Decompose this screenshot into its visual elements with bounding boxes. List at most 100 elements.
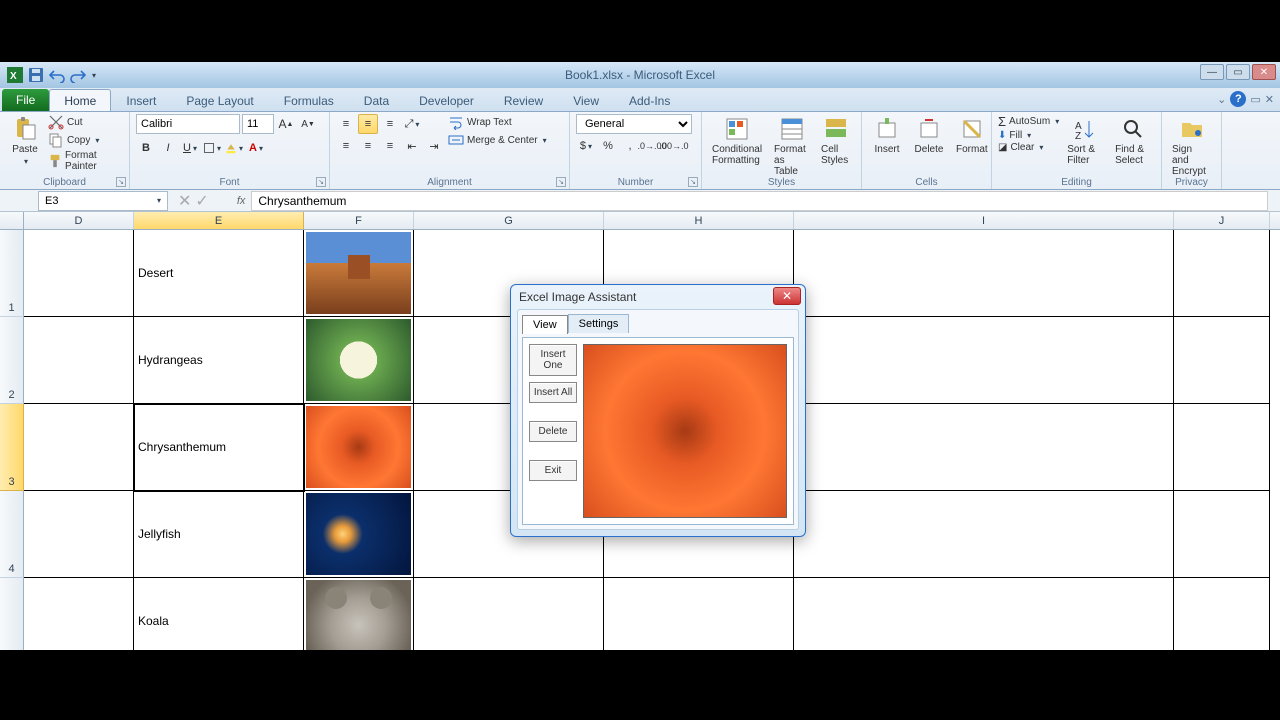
percent-format-icon[interactable]: % [598, 136, 618, 156]
enter-formula-icon[interactable]: ✓ [195, 191, 208, 211]
cell-J2[interactable] [1174, 317, 1270, 404]
tab-view[interactable]: View [558, 89, 614, 111]
grow-font-icon[interactable]: A▲ [276, 114, 296, 134]
decrease-indent-icon[interactable]: ⇤ [402, 136, 422, 156]
col-header-e[interactable]: E [134, 212, 304, 229]
save-icon[interactable] [27, 66, 45, 84]
undo-icon[interactable] [48, 66, 66, 84]
cell-D1[interactable] [24, 230, 134, 317]
tab-review[interactable]: Review [489, 89, 558, 111]
sign-encrypt-button[interactable]: Sign and Encrypt [1168, 114, 1215, 179]
tab-formulas[interactable]: Formulas [269, 89, 349, 111]
cell-J5[interactable] [1174, 578, 1270, 650]
orientation-icon[interactable]: ⤢▾ [402, 114, 422, 134]
formula-input[interactable] [251, 191, 1268, 211]
cell-F1[interactable] [304, 230, 414, 317]
alignment-launcher[interactable]: ↘ [556, 177, 566, 187]
cancel-formula-icon[interactable]: ✕ [178, 191, 191, 211]
cell-E2[interactable]: Hydrangeas [134, 317, 304, 404]
insert-one-button[interactable]: Insert One [529, 344, 577, 376]
thumbnail-image[interactable] [306, 232, 411, 314]
border-button[interactable]: ▾ [202, 138, 222, 158]
cell-F5[interactable] [304, 578, 414, 650]
name-box[interactable]: E3▾ [38, 191, 168, 211]
cell-I1[interactable] [794, 230, 1174, 317]
cell-F2[interactable] [304, 317, 414, 404]
find-select-button[interactable]: Find & Select [1111, 114, 1155, 168]
decrease-decimal-icon[interactable]: .00→.0 [664, 136, 684, 156]
format-cells-button[interactable]: Format [952, 114, 992, 157]
cell-G5[interactable] [414, 578, 604, 650]
thumbnail-image[interactable] [306, 319, 411, 401]
row-header[interactable]: 1 [0, 230, 24, 317]
row-header[interactable]: 5 [0, 578, 24, 650]
cell-D3[interactable] [24, 404, 134, 491]
cell-D5[interactable] [24, 578, 134, 650]
shrink-font-icon[interactable]: A▼ [298, 114, 318, 134]
col-header-g[interactable]: G [414, 212, 604, 229]
fill-button[interactable]: ⬇Fill▾ [998, 130, 1059, 141]
tab-data[interactable]: Data [349, 89, 404, 111]
fx-icon[interactable]: fx [237, 195, 246, 207]
row-header[interactable]: 4 [0, 491, 24, 578]
cell-F3[interactable] [304, 404, 414, 491]
conditional-formatting-button[interactable]: Conditional Formatting [708, 114, 766, 168]
cell-D2[interactable] [24, 317, 134, 404]
col-header-f[interactable]: F [304, 212, 414, 229]
insert-cells-button[interactable]: Insert [868, 114, 906, 157]
tab-page-layout[interactable]: Page Layout [171, 89, 268, 111]
cell-J4[interactable] [1174, 491, 1270, 578]
cut-button[interactable]: Cut [48, 114, 123, 130]
maximize-button[interactable]: ▭ [1226, 64, 1250, 80]
dialog-tab-view[interactable]: View [522, 315, 568, 334]
clear-button[interactable]: ◪Clear▾ [998, 142, 1059, 153]
close-button[interactable]: ✕ [1252, 64, 1276, 80]
col-header-h[interactable]: H [604, 212, 794, 229]
font-color-button[interactable]: A▾ [246, 138, 266, 158]
window-restore-icon[interactable]: ▭ [1250, 93, 1260, 106]
dialog-close-button[interactable]: ✕ [773, 287, 801, 305]
cell-H5[interactable] [604, 578, 794, 650]
merge-center-button[interactable]: Merge & Center▾ [448, 132, 547, 148]
cell-J3[interactable] [1174, 404, 1270, 491]
cell-I5[interactable] [794, 578, 1174, 650]
insert-all-button[interactable]: Insert All [529, 382, 577, 403]
row-header[interactable]: 2 [0, 317, 24, 404]
fill-color-button[interactable]: ▾ [224, 138, 244, 158]
align-right-icon[interactable]: ≡ [380, 136, 400, 156]
font-family-select[interactable] [136, 114, 240, 134]
cell-J1[interactable] [1174, 230, 1270, 317]
col-header-j[interactable]: J [1174, 212, 1270, 229]
accounting-format-icon[interactable]: $▾ [576, 136, 596, 156]
delete-cells-button[interactable]: Delete [910, 114, 948, 157]
select-all-corner[interactable] [0, 212, 24, 229]
cell-I2[interactable] [794, 317, 1174, 404]
cell-I4[interactable] [794, 491, 1174, 578]
underline-button[interactable]: U▾ [180, 138, 200, 158]
align-bottom-icon[interactable]: ≡ [380, 114, 400, 134]
sort-filter-button[interactable]: AZSort & Filter [1063, 114, 1107, 168]
cell-D4[interactable] [24, 491, 134, 578]
align-left-icon[interactable]: ≡ [336, 136, 356, 156]
thumbnail-image[interactable] [306, 493, 411, 575]
cell-E3[interactable]: Chrysanthemum [134, 404, 304, 491]
number-launcher[interactable]: ↘ [688, 177, 698, 187]
dialog-titlebar[interactable]: Excel Image Assistant ✕ [511, 285, 805, 309]
align-center-icon[interactable]: ≡ [358, 136, 378, 156]
cell-E4[interactable]: Jellyfish [134, 491, 304, 578]
format-painter-button[interactable]: Format Painter [48, 150, 123, 172]
file-tab[interactable]: File [2, 89, 49, 111]
autosum-button[interactable]: ΣAutoSum▾ [998, 114, 1059, 129]
redo-icon[interactable] [69, 66, 87, 84]
row-header[interactable]: 3 [0, 404, 24, 491]
clipboard-launcher[interactable]: ↘ [116, 177, 126, 187]
number-format-select[interactable]: General [576, 114, 692, 134]
italic-button[interactable]: I [158, 138, 178, 158]
copy-button[interactable]: Copy▾ [48, 132, 123, 148]
col-header-d[interactable]: D [24, 212, 134, 229]
increase-indent-icon[interactable]: ⇥ [424, 136, 444, 156]
format-as-table-button[interactable]: Format as Table [770, 114, 813, 179]
align-top-icon[interactable]: ≡ [336, 114, 356, 134]
tab-home[interactable]: Home [49, 89, 111, 111]
minimize-button[interactable]: — [1200, 64, 1224, 80]
